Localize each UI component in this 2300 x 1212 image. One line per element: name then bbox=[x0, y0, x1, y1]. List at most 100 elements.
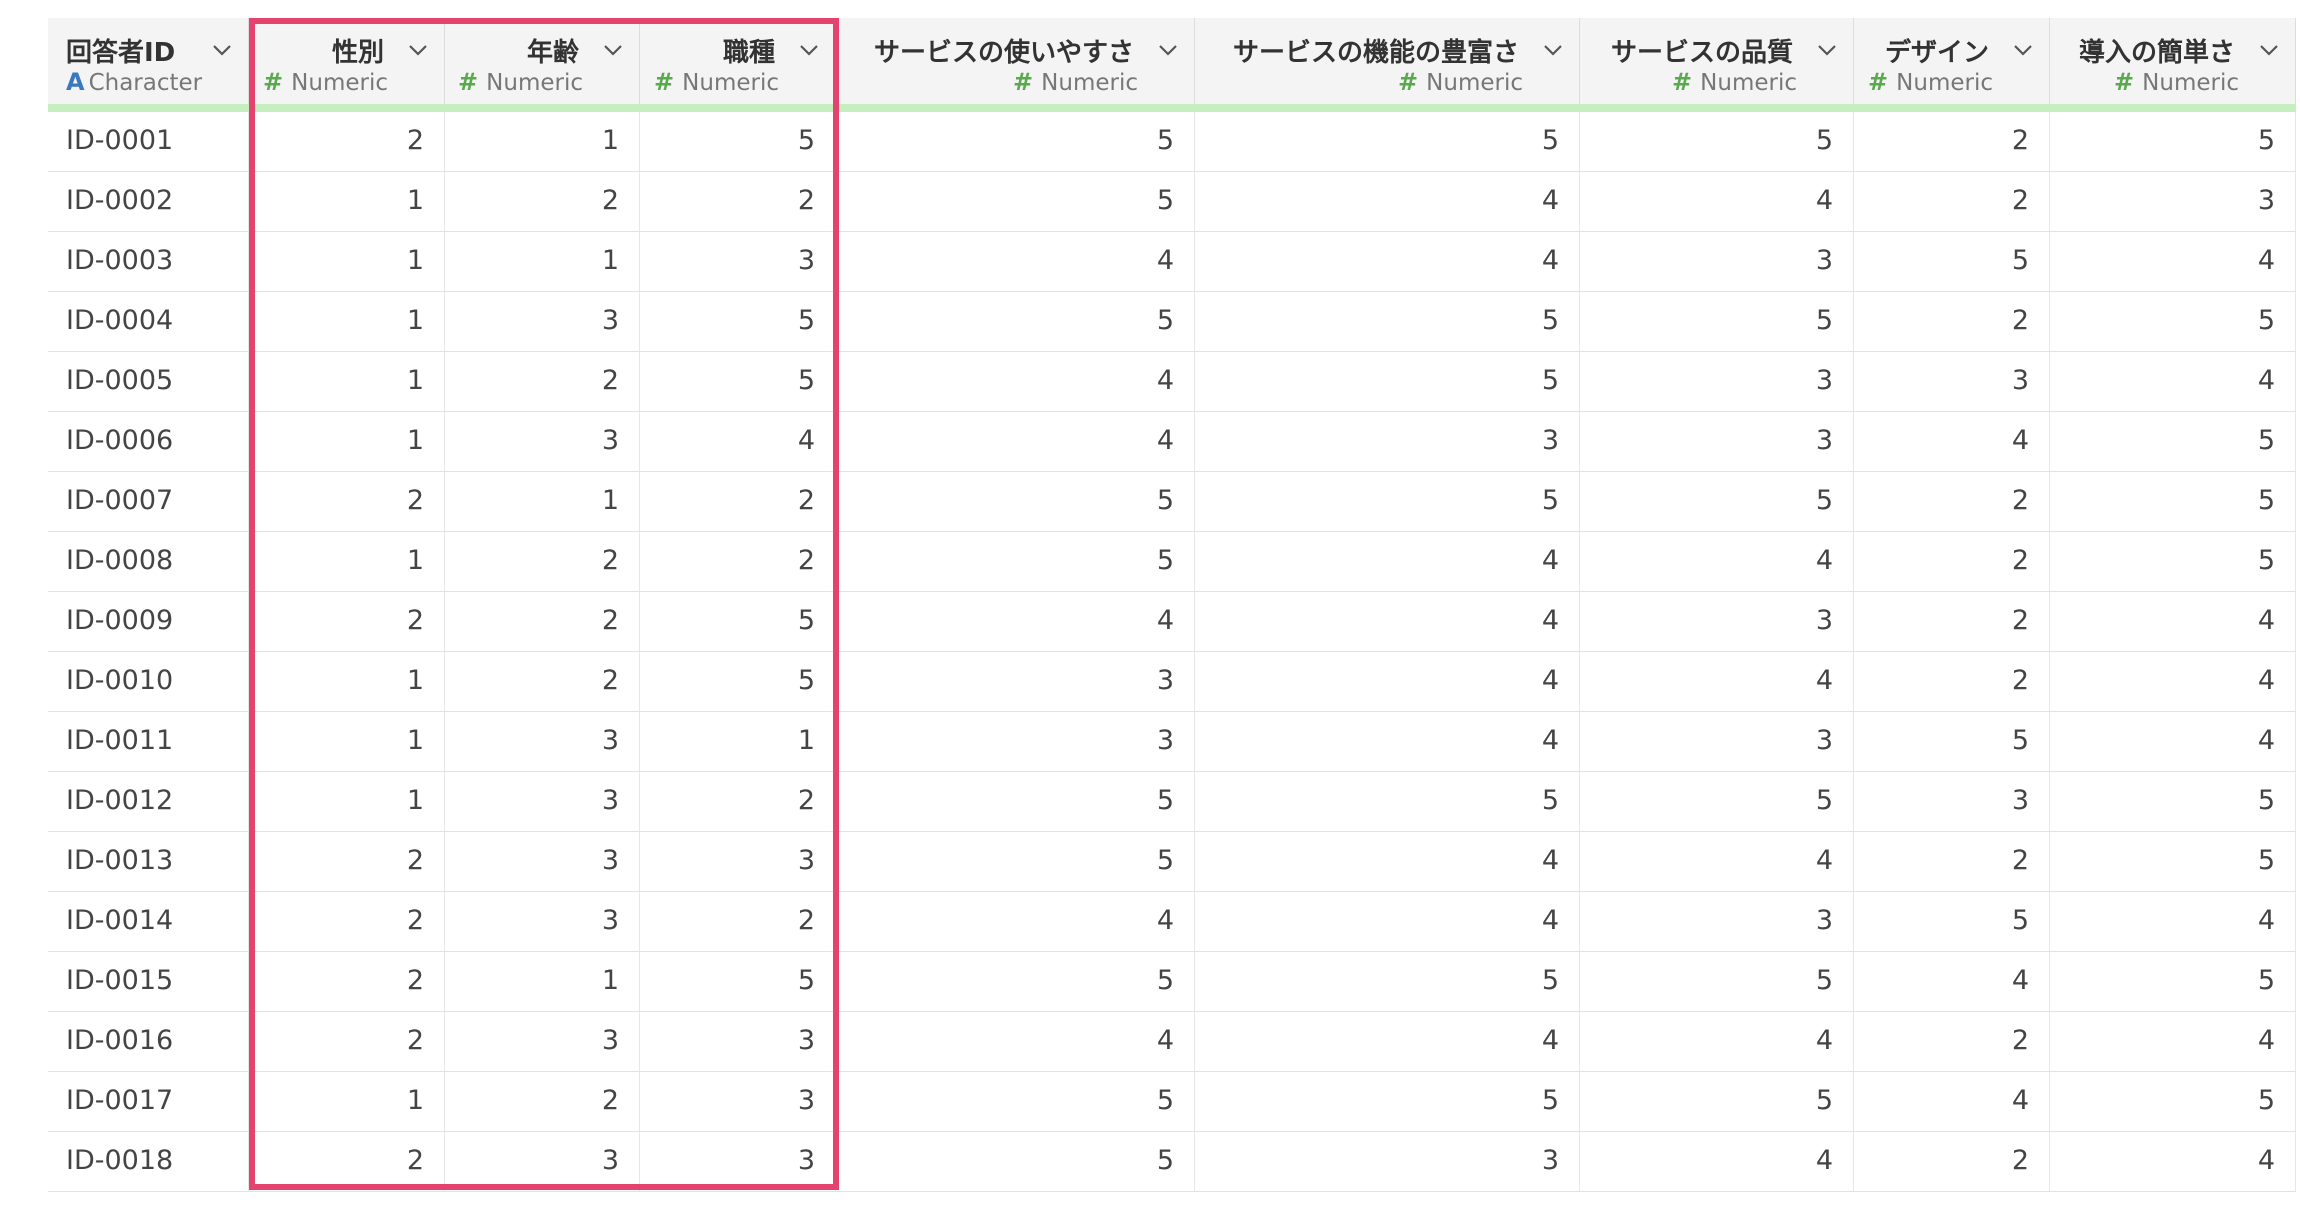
chevron-down-icon[interactable] bbox=[210, 38, 234, 62]
table-cell[interactable]: 4 bbox=[2050, 352, 2296, 411]
table-cell[interactable]: 1 bbox=[445, 112, 640, 171]
table-cell[interactable]: 3 bbox=[640, 1012, 836, 1071]
table-cell[interactable]: ID-0009 bbox=[48, 592, 249, 651]
table-cell[interactable]: ID-0007 bbox=[48, 472, 249, 531]
table-cell[interactable]: 5 bbox=[1854, 712, 2050, 771]
table-cell[interactable]: ID-0012 bbox=[48, 772, 249, 831]
table-cell[interactable]: 5 bbox=[1195, 292, 1580, 351]
chevron-down-icon[interactable] bbox=[601, 38, 625, 62]
table-cell[interactable]: 2 bbox=[445, 652, 640, 711]
table-cell[interactable]: 2 bbox=[1854, 1012, 2050, 1071]
table-cell[interactable]: 4 bbox=[1580, 1012, 1854, 1071]
table-cell[interactable]: 5 bbox=[836, 532, 1195, 591]
table-cell[interactable]: 5 bbox=[2050, 952, 2296, 1011]
column-header-feature-richness[interactable]: サービスの機能の豊富さ # Numeric bbox=[1195, 18, 1580, 104]
table-cell[interactable]: 2 bbox=[249, 472, 445, 531]
table-cell[interactable]: 3 bbox=[1854, 772, 2050, 831]
table-cell[interactable]: 1 bbox=[249, 712, 445, 771]
table-cell[interactable]: 2 bbox=[640, 892, 836, 951]
table-cell[interactable]: 3 bbox=[445, 712, 640, 771]
table-cell[interactable]: 4 bbox=[1580, 532, 1854, 591]
table-cell[interactable]: 5 bbox=[836, 1072, 1195, 1131]
table-cell[interactable]: 2 bbox=[640, 532, 836, 591]
table-cell[interactable]: 4 bbox=[2050, 1132, 2296, 1191]
table-cell[interactable]: 5 bbox=[1854, 892, 2050, 951]
table-cell[interactable]: 1 bbox=[249, 352, 445, 411]
table-cell[interactable]: 3 bbox=[836, 652, 1195, 711]
table-cell[interactable]: 2 bbox=[249, 112, 445, 171]
column-header-ease-of-adoption[interactable]: 導入の簡単さ # Numeric bbox=[2050, 18, 2296, 104]
table-cell[interactable]: 3 bbox=[1854, 352, 2050, 411]
table-cell[interactable]: 4 bbox=[836, 352, 1195, 411]
table-cell[interactable]: 2 bbox=[1854, 292, 2050, 351]
column-header-occupation[interactable]: 職種 # Numeric bbox=[640, 18, 836, 104]
table-cell[interactable]: ID-0008 bbox=[48, 532, 249, 591]
table-cell[interactable]: ID-0014 bbox=[48, 892, 249, 951]
table-cell[interactable]: ID-0010 bbox=[48, 652, 249, 711]
table-cell[interactable]: 5 bbox=[1580, 292, 1854, 351]
table-cell[interactable]: 3 bbox=[445, 892, 640, 951]
table-cell[interactable]: 5 bbox=[1195, 472, 1580, 531]
table-cell[interactable]: 4 bbox=[836, 1012, 1195, 1071]
table-cell[interactable]: 5 bbox=[1195, 772, 1580, 831]
table-cell[interactable]: 2 bbox=[1854, 532, 2050, 591]
table-cell[interactable]: 3 bbox=[2050, 172, 2296, 231]
column-header-age[interactable]: 年齢 # Numeric bbox=[445, 18, 640, 104]
table-cell[interactable]: 5 bbox=[2050, 472, 2296, 531]
table-cell[interactable]: 2 bbox=[249, 892, 445, 951]
table-cell[interactable]: ID-0005 bbox=[48, 352, 249, 411]
chevron-down-icon[interactable] bbox=[2011, 38, 2035, 62]
table-cell[interactable]: ID-0001 bbox=[48, 112, 249, 171]
table-cell[interactable]: 4 bbox=[836, 592, 1195, 651]
table-cell[interactable]: 3 bbox=[640, 1072, 836, 1131]
table-cell[interactable]: 5 bbox=[1580, 472, 1854, 531]
table-cell[interactable]: 2 bbox=[249, 952, 445, 1011]
table-cell[interactable]: 4 bbox=[1854, 1072, 2050, 1131]
table-cell[interactable]: 5 bbox=[2050, 112, 2296, 171]
table-cell[interactable]: 4 bbox=[1195, 712, 1580, 771]
table-cell[interactable]: 2 bbox=[445, 592, 640, 651]
table-cell[interactable]: 3 bbox=[1195, 412, 1580, 471]
table-cell[interactable]: 3 bbox=[1580, 232, 1854, 291]
table-cell[interactable]: 4 bbox=[1580, 652, 1854, 711]
table-cell[interactable]: 4 bbox=[1195, 592, 1580, 651]
table-cell[interactable]: 4 bbox=[1580, 832, 1854, 891]
chevron-down-icon[interactable] bbox=[406, 38, 430, 62]
table-cell[interactable]: 4 bbox=[2050, 652, 2296, 711]
table-cell[interactable]: 1 bbox=[249, 292, 445, 351]
table-cell[interactable]: 3 bbox=[1195, 1132, 1580, 1191]
table-cell[interactable]: 2 bbox=[249, 1132, 445, 1191]
column-header-respondent-id[interactable]: 回答者ID A Character bbox=[48, 18, 249, 104]
table-cell[interactable]: 5 bbox=[2050, 292, 2296, 351]
table-cell[interactable]: 3 bbox=[640, 232, 836, 291]
table-cell[interactable]: 2 bbox=[1854, 472, 2050, 531]
table-cell[interactable]: 4 bbox=[836, 232, 1195, 291]
table-cell[interactable]: 3 bbox=[640, 832, 836, 891]
table-cell[interactable]: 4 bbox=[836, 412, 1195, 471]
chevron-down-icon[interactable] bbox=[797, 38, 821, 62]
table-cell[interactable]: 5 bbox=[2050, 1072, 2296, 1131]
table-cell[interactable]: 5 bbox=[1195, 1072, 1580, 1131]
table-cell[interactable]: 5 bbox=[1580, 112, 1854, 171]
table-cell[interactable]: 2 bbox=[445, 1072, 640, 1131]
table-cell[interactable]: 2 bbox=[1854, 592, 2050, 651]
table-cell[interactable]: 3 bbox=[1580, 592, 1854, 651]
table-cell[interactable]: 5 bbox=[2050, 832, 2296, 891]
table-cell[interactable]: 5 bbox=[640, 652, 836, 711]
table-cell[interactable]: ID-0003 bbox=[48, 232, 249, 291]
table-cell[interactable]: 2 bbox=[640, 172, 836, 231]
column-header-usability[interactable]: サービスの使いやすさ # Numeric bbox=[836, 18, 1195, 104]
table-cell[interactable]: 2 bbox=[249, 592, 445, 651]
table-cell[interactable]: 1 bbox=[445, 232, 640, 291]
table-cell[interactable]: ID-0016 bbox=[48, 1012, 249, 1071]
table-cell[interactable]: ID-0017 bbox=[48, 1072, 249, 1131]
table-cell[interactable]: 2 bbox=[249, 832, 445, 891]
table-cell[interactable]: 5 bbox=[836, 772, 1195, 831]
chevron-down-icon[interactable] bbox=[1541, 38, 1565, 62]
table-cell[interactable]: 3 bbox=[445, 412, 640, 471]
table-cell[interactable]: 5 bbox=[836, 832, 1195, 891]
table-cell[interactable]: 4 bbox=[2050, 592, 2296, 651]
table-cell[interactable]: ID-0013 bbox=[48, 832, 249, 891]
table-cell[interactable]: 3 bbox=[640, 1132, 836, 1191]
table-cell[interactable]: 1 bbox=[445, 952, 640, 1011]
